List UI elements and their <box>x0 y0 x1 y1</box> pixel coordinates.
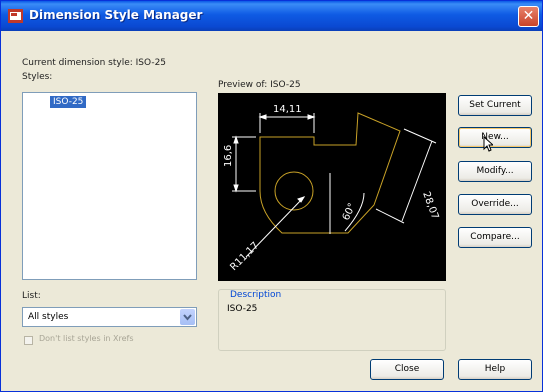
window-title: Dimension Style Manager <box>29 8 203 22</box>
close-window-button[interactable]: ✕ <box>518 6 539 27</box>
list-label: List: <box>22 291 41 301</box>
styles-label: Styles: <box>22 72 53 82</box>
description-text: ISO-25 <box>227 304 258 314</box>
chevron-down-icon <box>183 314 192 321</box>
list-filter-value: All styles <box>28 312 69 322</box>
dimension-text-angle: 60° <box>341 202 358 223</box>
dimension-style-manager-dialog: Dimension Style Manager ✕ Current dimens… <box>0 0 543 392</box>
list-filter-dropdown[interactable]: All styles <box>22 307 197 327</box>
styles-list[interactable]: ISO-25 <box>22 92 197 280</box>
current-style-label: Current dimension style: ISO-25 <box>22 58 167 68</box>
compare-button[interactable]: Compare... <box>458 227 532 248</box>
dimension-text-height: 16,6 <box>223 145 234 167</box>
preview-label: Preview of: ISO-25 <box>218 80 301 90</box>
close-button[interactable]: Close <box>370 359 444 380</box>
mouse-cursor-icon <box>483 136 493 152</box>
preview-dimensions <box>232 113 437 258</box>
style-preview-canvas: 14,11 16,6 28,07 60° R11,17 <box>218 93 446 281</box>
override-button[interactable]: Override... <box>458 194 532 215</box>
description-title: Description <box>229 290 283 300</box>
app-icon <box>8 9 23 23</box>
dimension-text-radius: R11,17 <box>228 240 261 273</box>
dropdown-arrow-button[interactable] <box>180 309 195 325</box>
dont-list-xref-label: Don't list styles in Xrefs <box>39 334 134 343</box>
dont-list-xref-checkbox[interactable] <box>24 336 33 345</box>
set-current-button[interactable]: Set Current <box>458 95 532 116</box>
modify-button[interactable]: Modify... <box>458 161 532 182</box>
dimension-text-width: 14,11 <box>273 104 302 115</box>
dimension-text-slope: 28,07 <box>420 190 440 221</box>
new-button[interactable]: New... <box>458 127 532 148</box>
styles-list-item[interactable]: ISO-25 <box>50 96 87 108</box>
help-button[interactable]: Help <box>458 359 532 380</box>
title-bar[interactable]: Dimension Style Manager ✕ <box>1 1 542 31</box>
